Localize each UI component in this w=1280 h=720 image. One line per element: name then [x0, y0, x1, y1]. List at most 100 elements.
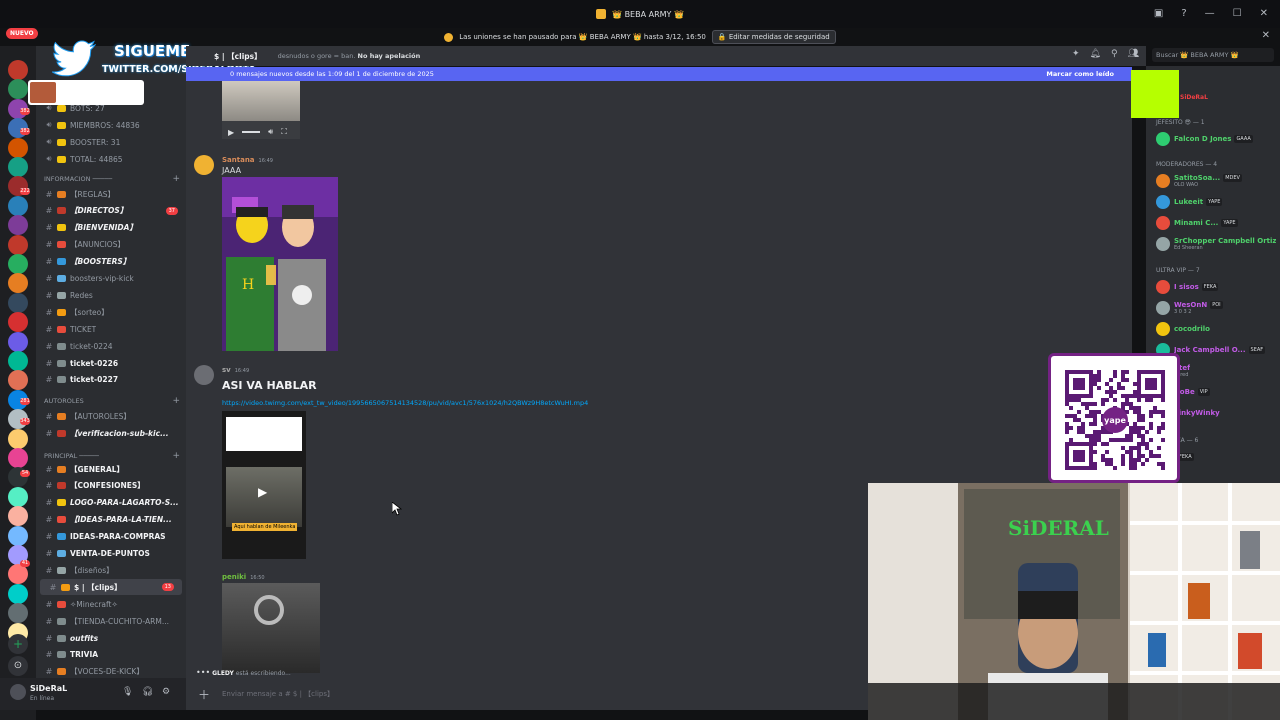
channel-item[interactable]: # boosters-vip-kick — [36, 271, 186, 287]
edit-security-button[interactable]: 🔒 Editar medidas de seguridad — [711, 30, 836, 44]
settings-gear-icon[interactable]: ⚙ — [162, 687, 170, 697]
channel-item[interactable]: # Redes — [36, 287, 186, 303]
members-icon[interactable]: 👥︎ — [1128, 49, 1139, 59]
member-owner-name[interactable]: SiDeRaL — [1180, 94, 1208, 101]
channel-item[interactable]: # LOGO-PARA-LAGARTO-S... — [36, 495, 186, 511]
new-messages-bar[interactable]: 0 mensajes nuevos desde las 1:09 del 1 d… — [186, 67, 1132, 81]
message-avatar[interactable] — [194, 365, 214, 385]
member-item[interactable]: I sisos FEKA — [1156, 278, 1280, 296]
server-icon[interactable] — [8, 157, 28, 177]
channel-item[interactable]: # 【TIENDA-CUCHITO-ARM... — [36, 613, 186, 629]
channel-item[interactable]: # 【verificacion-sub-kic... — [36, 425, 186, 441]
video-embed[interactable]: ▶ Aqui hablan de Mileenka — [222, 411, 306, 559]
channel-item[interactable]: # ticket-0226 — [36, 355, 186, 371]
server-icon[interactable] — [8, 331, 28, 352]
server-icon[interactable] — [8, 195, 28, 216]
member-item[interactable]: SatitoSoa... MDEV OLO WAO — [1156, 172, 1280, 190]
server-icon[interactable] — [8, 351, 28, 371]
play-icon[interactable]: ▶ — [258, 485, 267, 499]
maximize-button[interactable]: ☐ — [1233, 8, 1242, 19]
member-item[interactable]: Falcon D Jones GAAA — [1156, 130, 1280, 148]
bell-icon[interactable]: 🔔︎ — [1090, 49, 1101, 59]
fullscreen-icon[interactable]: ⛶ — [281, 127, 287, 137]
video-progress[interactable] — [242, 131, 261, 133]
channel-item[interactable]: # 【VOCES-DE-KICK】 — [36, 664, 186, 678]
composer-placeholder[interactable]: Enviar mensaje a # $ | 【clips】 — [222, 689, 334, 699]
channel-item[interactable]: # 【DIRECTOS】 37 — [36, 203, 186, 219]
member-item[interactable]: SrChopper Campbell Ortiz Ed Sheeran — [1156, 235, 1280, 253]
user-avatar[interactable] — [10, 684, 26, 700]
server-icon[interactable] — [8, 254, 28, 274]
member-tag: YAPE — [1221, 219, 1238, 227]
channel-item[interactable]: # TICKET — [36, 321, 186, 337]
member-item[interactable]: cocodrilo — [1156, 320, 1280, 338]
user-name[interactable]: SiDeRaL — [30, 684, 67, 693]
pin-icon[interactable]: ⚲ — [1111, 49, 1118, 59]
qr-module — [1133, 430, 1137, 434]
channel-category[interactable]: AUTOROLES + — [44, 396, 180, 406]
headphones-icon[interactable]: 🎧︎ — [142, 687, 153, 697]
message-author[interactable]: Santana 16:49 — [222, 156, 273, 164]
channel-item[interactable]: # ✧Minecraft✧ — [36, 596, 186, 612]
channel-item[interactable]: # $ | 【clips】 13 — [40, 579, 182, 596]
channel-item[interactable]: # 【BIENVENIDA】 — [36, 220, 186, 236]
play-icon[interactable]: ▶ — [228, 128, 234, 137]
server-icon[interactable] — [8, 60, 28, 80]
channel-item[interactable]: # 【IDEAS-PARA-LA-TIEN... — [36, 512, 186, 528]
microphone-icon[interactable]: 🎙︎ — [122, 687, 133, 697]
minimize-button[interactable]: — — [1205, 8, 1215, 19]
channel-item[interactable]: # 【sorteo】 — [36, 304, 186, 320]
attach-plus-icon[interactable]: ＋ — [198, 686, 210, 703]
channel-item[interactable]: # VENTA-DE-PUNTOS — [36, 546, 186, 562]
channel-item[interactable]: # 【diseños】 — [36, 562, 186, 578]
channel-item[interactable]: # 【BOOSTERS】 — [36, 254, 186, 270]
member-item[interactable]: WesOnN POI 3 0 3 2 — [1156, 299, 1280, 317]
server-icon[interactable] — [8, 137, 28, 158]
notice-close-icon[interactable]: ✕ — [1262, 30, 1270, 41]
message-author[interactable]: peniki 16:50 — [222, 573, 265, 581]
help-icon[interactable]: ? — [1181, 8, 1186, 19]
volume-icon[interactable]: 🔊︎ — [268, 127, 273, 137]
threads-icon[interactable]: ✦ — [1072, 49, 1080, 59]
video-embed-peniki[interactable] — [222, 583, 320, 673]
add-channel-icon[interactable]: + — [172, 396, 180, 406]
close-button[interactable]: ✕ — [1260, 8, 1268, 19]
previous-video-attachment[interactable]: ▶ 🔊︎ ⛶ — [222, 81, 300, 139]
channel-name: 【REGLAS】 — [70, 189, 116, 199]
server-icon[interactable] — [8, 292, 28, 313]
message-author[interactable]: sv 16:49 — [222, 366, 249, 374]
channel-category[interactable]: INFORMACION ───── + — [44, 174, 180, 184]
server-icon[interactable] — [8, 525, 28, 546]
server-icon[interactable] — [8, 234, 28, 255]
search-input[interactable]: Buscar 👑 BEBA ARMY 👑 — [1152, 48, 1274, 62]
add-channel-icon[interactable]: + — [172, 451, 180, 461]
server-icon[interactable] — [8, 486, 28, 507]
channel-item[interactable]: # 【REGLAS】 — [36, 186, 186, 202]
image-attachment-cartoon[interactable]: H — [222, 177, 338, 351]
add-server-icon[interactable]: + — [8, 634, 28, 654]
inbox-icon[interactable]: ▣ — [1154, 8, 1163, 19]
channel-item[interactable]: # 【ANUNCIOS】 — [36, 237, 186, 253]
member-item[interactable]: Minami C... YAPE — [1156, 214, 1280, 232]
message-link[interactable]: https://video.twimg.com/ext_tw_video/199… — [222, 399, 588, 407]
channel-item[interactable]: # 【GENERAL】 — [36, 461, 186, 477]
server-icon[interactable] — [8, 428, 28, 449]
message-composer[interactable]: ＋ Enviar mensaje a # $ | 【clips】 — [186, 678, 868, 710]
server-icon[interactable] — [8, 583, 28, 604]
qr-module — [1133, 406, 1137, 410]
add-channel-icon[interactable]: + — [172, 174, 180, 184]
mark-read-button[interactable]: Marcar como leído — [1046, 70, 1114, 78]
qr-module — [1121, 458, 1125, 462]
channel-item[interactable]: # IDEAS-PARA-COMPRAS — [36, 529, 186, 545]
channel-item[interactable]: # outfits — [36, 630, 186, 646]
channel-item[interactable]: # 【AUTOROLES】 — [36, 408, 186, 424]
channel-item[interactable]: # 【CONFESIONES】 — [36, 478, 186, 494]
channel-item[interactable]: # ticket-0224 — [36, 338, 186, 354]
message-avatar[interactable] — [194, 155, 214, 175]
channel-item[interactable]: # ticket-0227 — [36, 372, 186, 388]
member-item[interactable]: Lukeeit YAPE — [1156, 193, 1280, 211]
server-icon[interactable] — [8, 448, 28, 468]
discover-icon[interactable]: ⊙ — [8, 656, 28, 676]
channel-item[interactable]: # TRIVIA — [36, 647, 186, 663]
channel-category[interactable]: PRINCIPAL ───── + — [44, 451, 180, 461]
